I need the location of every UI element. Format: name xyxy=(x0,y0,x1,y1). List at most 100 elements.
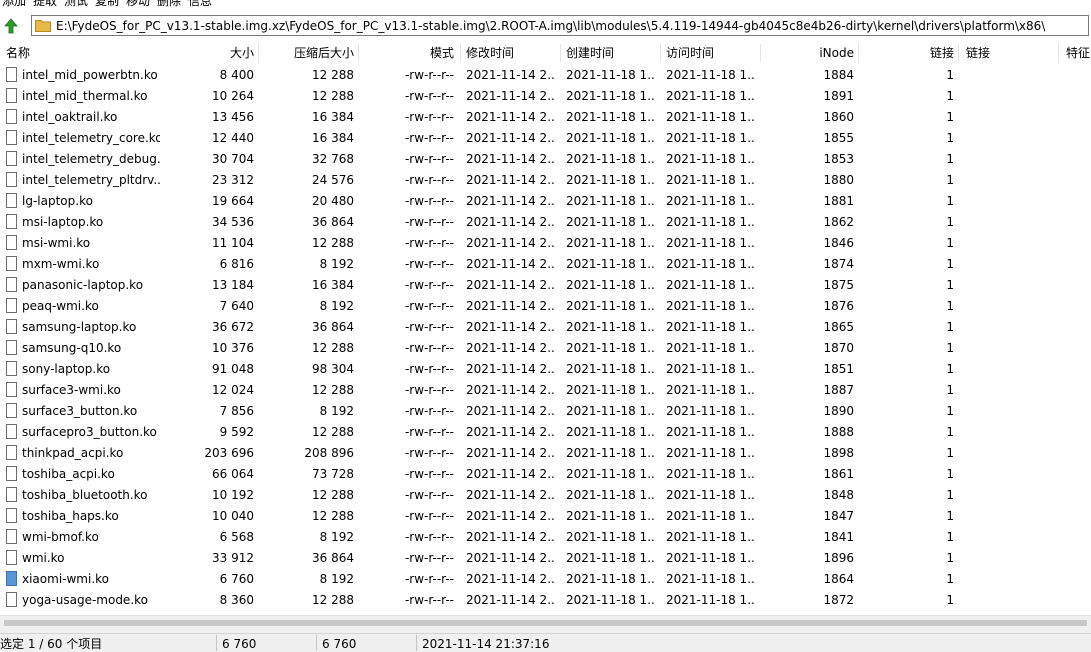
file-row[interactable]: surfacepro3_button.ko 9 592 12 288 -rw-r--r… xyxy=(0,422,1091,443)
column-divider[interactable] xyxy=(760,44,761,62)
file-row[interactable]: panasonic-laptop.ko 13 184 16 384 -rw-r--r-… xyxy=(0,275,1091,296)
column-header-size[interactable]: 大小 xyxy=(160,42,254,64)
up-folder-button[interactable] xyxy=(2,17,20,35)
file-accessed: 2021-11-18 1... xyxy=(666,425,756,439)
toolbar-move-button[interactable]: 移动 xyxy=(126,0,150,8)
file-accessed: 2021-11-18 1... xyxy=(666,89,756,103)
file-packed-size: 36 864 xyxy=(312,215,354,229)
column-header-accessed[interactable]: 访问时间 xyxy=(666,42,756,64)
status-modified: 2021-11-14 21:37:16 xyxy=(422,637,550,651)
file-row[interactable]: wmi-bmof.ko 6 568 8 192 -rw-r--r-- 2021-11-1… xyxy=(0,527,1091,548)
column-header-characteristics[interactable]: 特征 xyxy=(1066,42,1091,64)
file-modified: 2021-11-14 2... xyxy=(466,362,556,376)
column-header-inode[interactable]: iNode xyxy=(764,42,854,64)
file-row[interactable]: xiaomi-wmi.ko 6 760 8 192 -rw-r--r-- 2021-11… xyxy=(0,569,1091,590)
file-row[interactable]: intel_mid_thermal.ko 10 264 12 288 -rw-r--r… xyxy=(0,86,1091,107)
file-name: intel_telemetry_debug... xyxy=(22,152,160,166)
file-row[interactable]: lg-laptop.ko 19 664 20 480 -rw-r--r-- 2021-1… xyxy=(0,191,1091,212)
toolbar-test-button[interactable]: 测试 xyxy=(64,0,88,8)
address-bar: E:\FydeOS_for_PC_v13.1-stable.img.xz\Fyd… xyxy=(0,13,1091,39)
column-header-name[interactable]: 名称 xyxy=(6,42,156,64)
file-row[interactable]: yoga-usage-mode.ko 8 360 12 288 -rw-r--r-- 2… xyxy=(0,590,1091,611)
column-header-link-target[interactable]: 链接 xyxy=(966,42,1054,64)
file-inode: 1851 xyxy=(823,362,854,376)
file-icon xyxy=(6,277,17,292)
column-divider[interactable] xyxy=(660,44,661,62)
file-created: 2021-11-18 1... xyxy=(566,383,656,397)
file-row[interactable]: mxm-wmi.ko 6 816 8 192 -rw-r--r-- 2021-11-14… xyxy=(0,254,1091,275)
column-divider[interactable] xyxy=(958,44,959,62)
file-links: 1 xyxy=(946,467,954,481)
file-modified: 2021-11-14 2... xyxy=(466,530,556,544)
column-header-created[interactable]: 创建时间 xyxy=(566,42,656,64)
file-modified: 2021-11-14 2... xyxy=(466,404,556,418)
column-header-packed-size[interactable]: 压缩后大小 xyxy=(262,42,354,64)
file-created: 2021-11-18 1... xyxy=(566,257,656,271)
column-header-modified[interactable]: 修改时间 xyxy=(466,42,556,64)
toolbar-copy-button[interactable]: 复制 xyxy=(95,0,119,8)
file-icon xyxy=(6,193,17,208)
column-header-links[interactable]: 链接 xyxy=(862,42,954,64)
file-created: 2021-11-18 1... xyxy=(566,446,656,460)
file-row[interactable]: sony-laptop.ko 91 048 98 304 -rw-r--r-- 2021… xyxy=(0,359,1091,380)
file-links: 1 xyxy=(946,488,954,502)
file-row[interactable]: toshiba_acpi.ko 66 064 73 728 -rw-r--r-- 202… xyxy=(0,464,1091,485)
file-name: wmi-bmof.ko xyxy=(22,530,99,544)
file-links: 1 xyxy=(946,110,954,124)
file-row[interactable]: peaq-wmi.ko 7 640 8 192 -rw-r--r-- 2021-11-1… xyxy=(0,296,1091,317)
file-packed-size: 16 384 xyxy=(312,131,354,145)
file-row[interactable]: samsung-laptop.ko 36 672 36 864 -rw-r--r-- 2… xyxy=(0,317,1091,338)
toolbar-info-button[interactable]: 信息 xyxy=(188,0,212,8)
column-divider[interactable] xyxy=(1058,44,1059,62)
file-row[interactable]: msi-laptop.ko 34 536 36 864 -rw-r--r-- 2021-… xyxy=(0,212,1091,233)
file-icon xyxy=(6,256,17,271)
column-header-mode[interactable]: 模式 xyxy=(362,42,454,64)
file-links: 1 xyxy=(946,551,954,565)
column-divider[interactable] xyxy=(560,44,561,62)
file-icon xyxy=(6,571,17,586)
file-modified: 2021-11-14 2... xyxy=(466,572,556,586)
column-divider[interactable] xyxy=(358,44,359,62)
file-inode: 1881 xyxy=(823,194,854,208)
file-row[interactable]: msi-wmi.ko 11 104 12 288 -rw-r--r-- 2021-11-… xyxy=(0,233,1091,254)
file-row[interactable]: toshiba_bluetooth.ko 10 192 12 288 -rw-r--r… xyxy=(0,485,1091,506)
file-name: msi-laptop.ko xyxy=(22,215,104,229)
scrollbar-thumb[interactable] xyxy=(4,620,1087,626)
folder-icon xyxy=(35,20,51,32)
file-size: 23 312 xyxy=(212,173,254,187)
horizontal-scrollbar[interactable] xyxy=(0,615,1091,633)
file-row[interactable]: thinkpad_acpi.ko 203 696 208 896 -rw-r--r--… xyxy=(0,443,1091,464)
file-row[interactable]: surface3_button.ko 7 856 8 192 -rw-r--r-- 20… xyxy=(0,401,1091,422)
file-row[interactable]: toshiba_haps.ko 10 040 12 288 -rw-r--r-- 202… xyxy=(0,506,1091,527)
file-size: 11 104 xyxy=(212,236,254,250)
path-input[interactable]: E:\FydeOS_for_PC_v13.1-stable.img.xz\Fyd… xyxy=(31,15,1089,36)
file-inode: 1872 xyxy=(823,593,854,607)
file-links: 1 xyxy=(946,572,954,586)
file-row[interactable]: wmi.ko 33 912 36 864 -rw-r--r-- 2021-11-14 2… xyxy=(0,548,1091,569)
file-inode: 1890 xyxy=(823,404,854,418)
file-packed-size: 8 192 xyxy=(319,257,354,271)
column-divider[interactable] xyxy=(460,44,461,62)
file-row[interactable]: surface3-wmi.ko 12 024 12 288 -rw-r--r-- 202… xyxy=(0,380,1091,401)
file-name: lg-laptop.ko xyxy=(22,194,93,208)
file-name: thinkpad_acpi.ko xyxy=(22,446,124,460)
file-packed-size: 16 384 xyxy=(312,110,354,124)
up-arrow-icon xyxy=(4,18,18,34)
file-row[interactable]: intel_oaktrail.ko 13 456 16 384 -rw-r--r-- 2… xyxy=(0,107,1091,128)
toolbar-add-button[interactable]: 添加 xyxy=(2,0,26,8)
column-divider[interactable] xyxy=(258,44,259,62)
file-row[interactable]: samsung-q10.ko 10 376 12 288 -rw-r--r-- 2021… xyxy=(0,338,1091,359)
toolbar-extract-button[interactable]: 提取 xyxy=(33,0,57,8)
column-divider[interactable] xyxy=(858,44,859,62)
file-inode: 1880 xyxy=(823,173,854,187)
file-row[interactable]: intel_mid_powerbtn.ko 8 400 12 288 -rw-r--r… xyxy=(0,65,1091,86)
file-row[interactable]: intel_telemetry_pltdrv.... 23 312 24 576 -r… xyxy=(0,170,1091,191)
file-packed-size: 12 288 xyxy=(312,509,354,523)
toolbar-delete-button[interactable]: 删除 xyxy=(157,0,181,8)
file-row[interactable]: intel_telemetry_debug... 30 704 32 768 -rw-… xyxy=(0,149,1091,170)
file-row[interactable]: intel_telemetry_core.ko 12 440 16 384 -rw-r… xyxy=(0,128,1091,149)
file-size: 10 040 xyxy=(212,509,254,523)
file-name: xiaomi-wmi.ko xyxy=(22,572,109,586)
file-size: 9 592 xyxy=(219,425,254,439)
file-links: 1 xyxy=(946,299,954,313)
